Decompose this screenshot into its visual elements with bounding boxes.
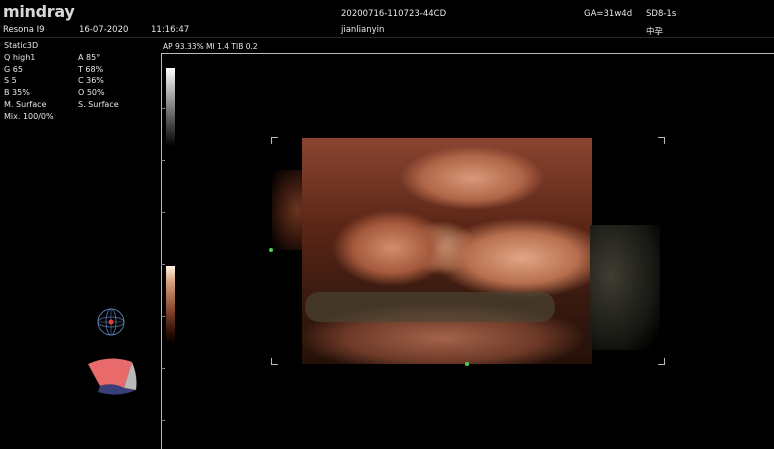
param-q: Q high1 [4,52,36,62]
exam-id: 20200716-110723-44CD [341,9,447,19]
fetal-3d-render[interactable] [302,138,592,364]
depth-tick [161,420,165,421]
brand-logo: mindray [3,2,75,21]
param-mix: Mix. 100/0% [4,111,54,121]
depth-tick [161,264,165,265]
param-m-surface: M. Surface [4,99,47,109]
param-t: T 68% [78,64,104,74]
orientation-globe-icon[interactable] [96,307,126,337]
operator-name: jianlianyin [341,25,385,35]
probe-label: SD8-1s [646,9,677,19]
depth-tick [161,316,165,317]
roi-corner-top-right[interactable] [658,137,665,144]
depth-tick [161,212,165,213]
parameter-panel: Static3D Q high1 A 85° G 65 T 68% S 5 C 36%… [4,40,119,123]
roi-corner-bottom-left[interactable] [271,358,278,365]
render-sector-icon[interactable] [84,352,142,400]
depth-tick [161,108,165,109]
param-a: A 85° [78,52,101,62]
roi-marker-bottom[interactable] [465,362,469,366]
roi-corner-bottom-right[interactable] [658,358,665,365]
render-background-left [272,170,304,250]
depth-tick [161,368,165,369]
param-s-surface: S. Surface [78,99,119,109]
param-c: C 36% [78,76,104,86]
exam-date: 16-07-2020 [79,25,129,35]
acoustic-output-status: AP 93.33% MI 1.4 TIB 0.2 [163,42,258,51]
exam-time: 11:16:47 [151,25,190,35]
roi-marker-left[interactable] [269,248,273,252]
grayscale-bar [166,68,175,146]
render-shadow-band [305,292,555,322]
mode-label: Static3D [4,41,39,50]
roi-corner-top-left[interactable] [271,137,278,144]
render-background-right [590,225,660,350]
gestational-age: GA=31w4d [584,9,633,19]
depth-tick [161,160,165,161]
system-name: Resona I9 [3,25,45,35]
param-s: S 5 [4,76,17,86]
param-b: B 35% [4,88,30,98]
param-o: O 50% [78,88,105,98]
colormap-bar [166,266,175,344]
param-g: G 65 [4,64,23,74]
header-divider [0,37,774,38]
exam-preset: 中孕 [646,27,664,37]
